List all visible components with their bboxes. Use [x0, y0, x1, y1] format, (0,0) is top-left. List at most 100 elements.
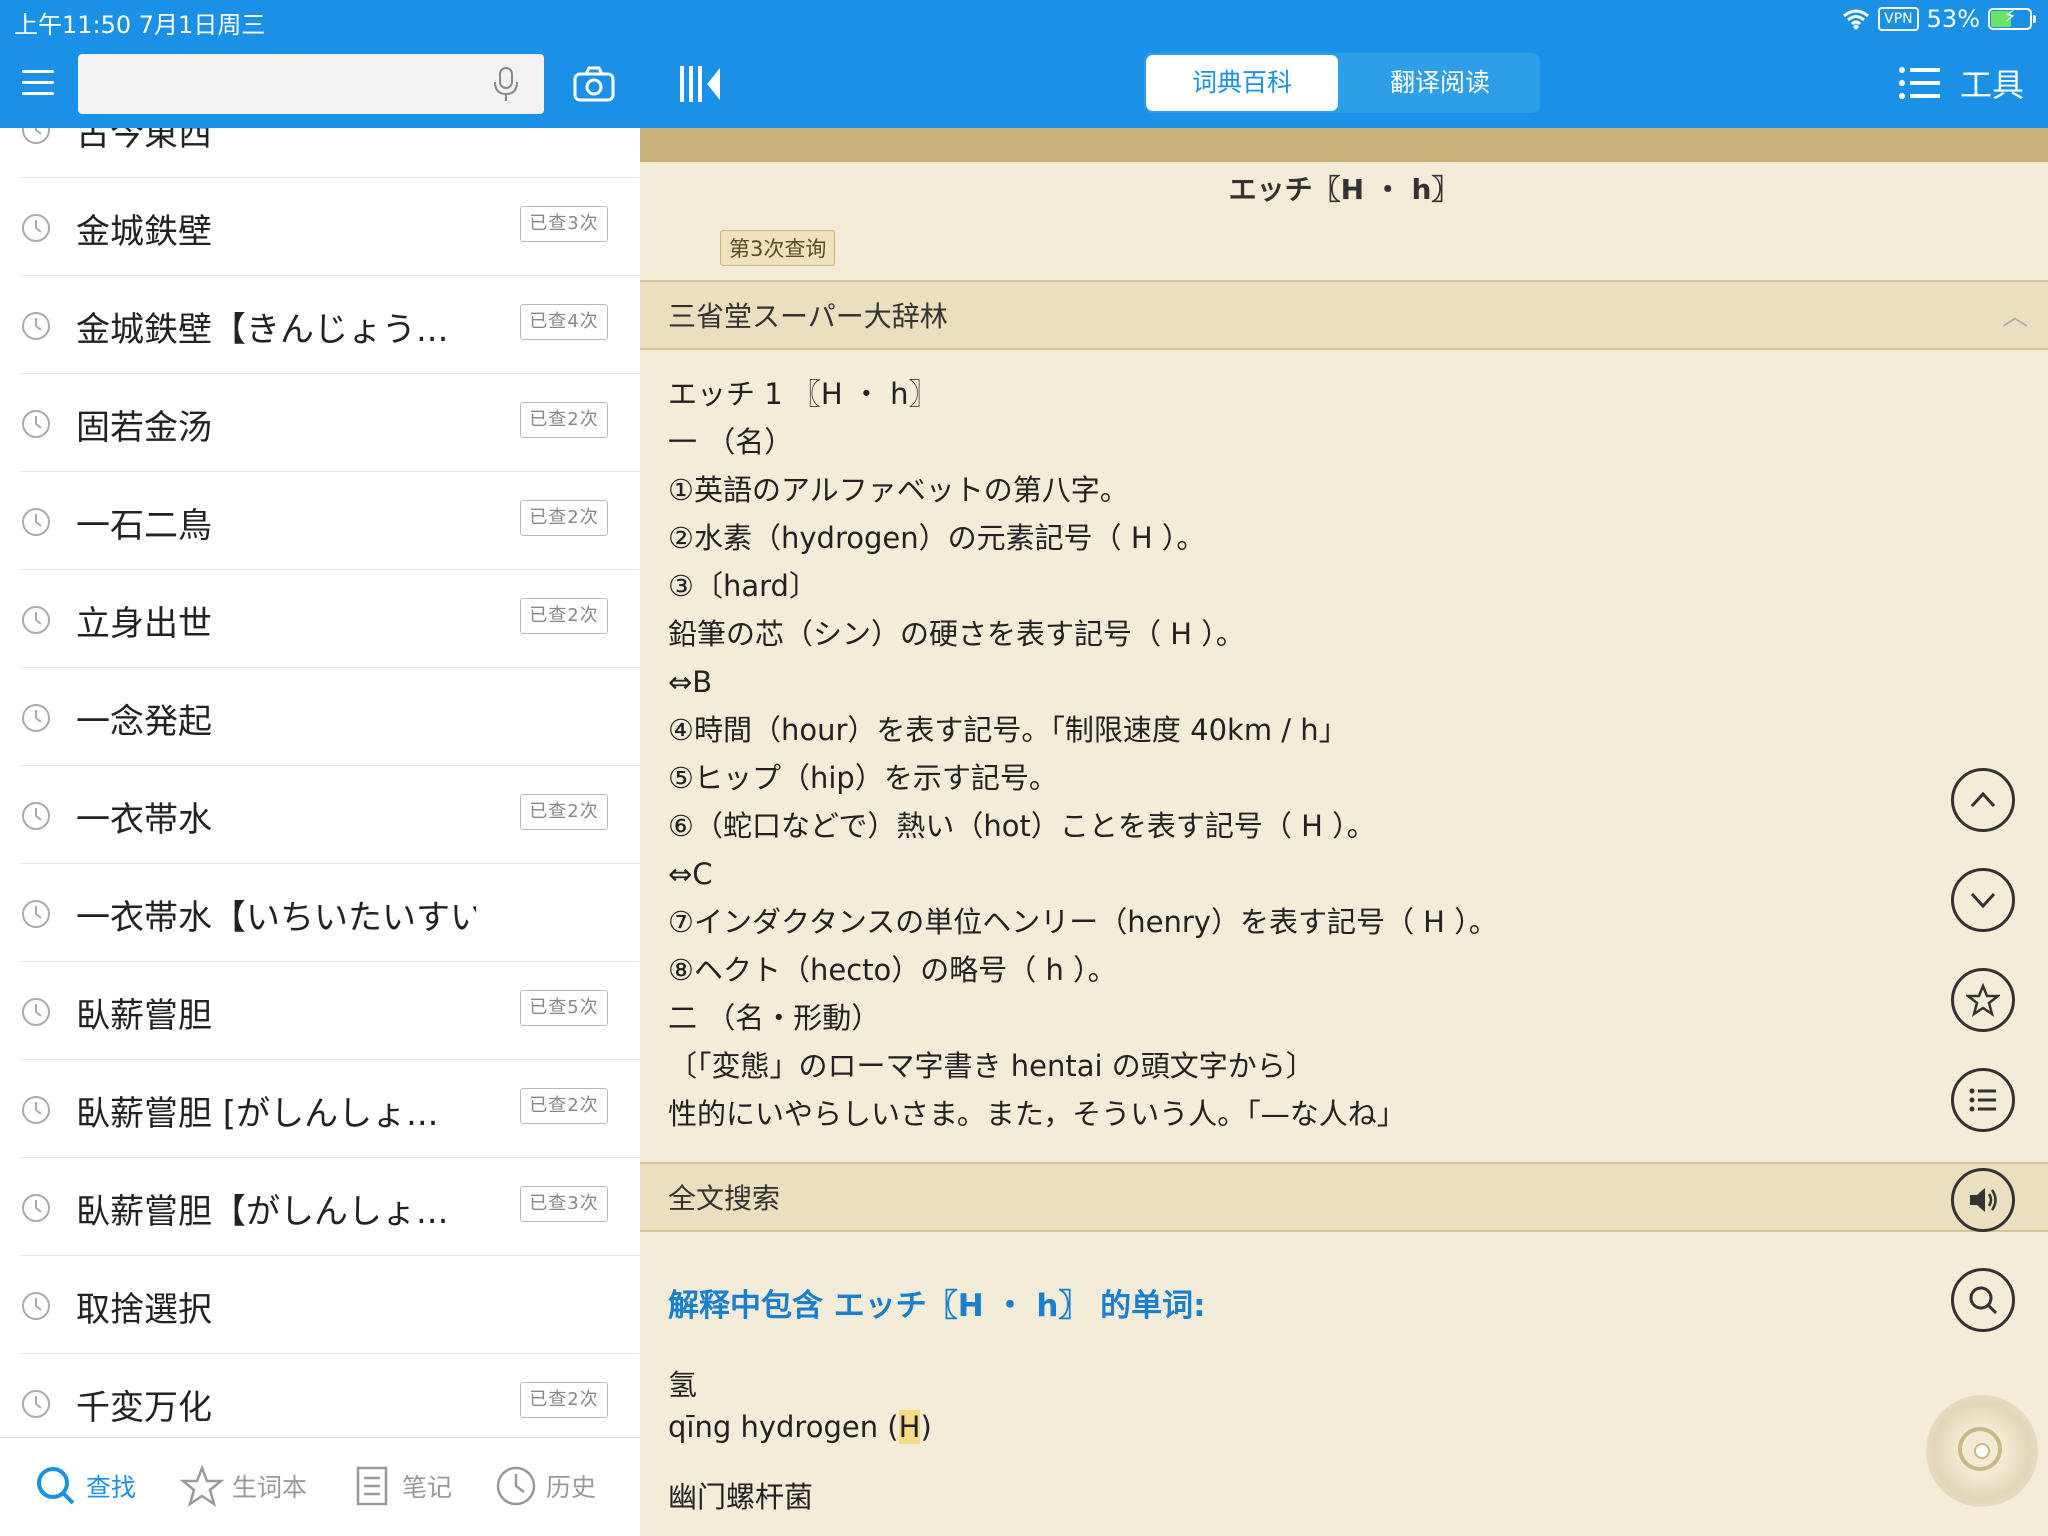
chevron-down-icon: [1970, 892, 1996, 909]
tab-dictionary[interactable]: 词典百科: [1146, 55, 1338, 111]
definition-line: 一 （名）: [668, 425, 794, 459]
search-input[interactable]: [78, 54, 544, 114]
definition-line: ⑤ヒップ（hip）を示す記号。: [668, 761, 1058, 795]
definition-line: 性的にいやらしいさま。また，そういう人。「—な人ね」: [668, 1097, 1406, 1131]
speaker-icon: [1970, 1188, 1997, 1212]
history-item[interactable]: 一衣帯水【いちいたいすい】: [20, 864, 640, 962]
history-term: 一衣帯水: [76, 800, 212, 840]
battery-percent: 53%: [1926, 5, 1980, 33]
camera-icon[interactable]: [572, 62, 616, 106]
tab-history-label: 历史: [546, 1473, 597, 1502]
definition-line: ⑧ヘクト（hecto）の略号（ h ）。: [668, 953, 1117, 987]
definition-line: ⇔B: [668, 665, 713, 699]
history-term: 金城鉄壁【きんじょう...: [76, 310, 449, 350]
tools-label: 工具: [1959, 66, 2024, 104]
clock-icon: [22, 1194, 50, 1222]
tab-vocabulary[interactable]: 生词本: [180, 1460, 307, 1512]
library-icon[interactable]: [676, 62, 724, 106]
history-term: 一石二鳥: [76, 506, 212, 546]
history-item[interactable]: 立身出世 已查2次: [20, 570, 640, 668]
tab-search-label: 查找: [86, 1473, 137, 1502]
clock-icon: [496, 1466, 536, 1506]
history-item[interactable]: 一石二鳥 已查2次: [20, 472, 640, 570]
history-term: 古今東西: [76, 128, 212, 154]
definition-line: エッチ 1 〖H ・ h〗: [668, 377, 938, 411]
history-item[interactable]: 一衣帯水 已查2次: [20, 766, 640, 864]
star-icon: [1966, 983, 2000, 1017]
search-icon: [37, 1467, 75, 1505]
pronounce-button[interactable]: [1951, 1168, 2015, 1232]
history-term: 一衣帯水【いちいたいすい】: [76, 898, 476, 938]
lookup-count-badge: 已查3次: [520, 1186, 608, 1222]
clock-icon: [22, 998, 50, 1026]
tab-search[interactable]: 查找: [34, 1460, 136, 1512]
dictionary-name: 三省堂スーパー大辞林: [668, 300, 948, 333]
lookup-count-badge: 已查5次: [520, 990, 608, 1026]
entry-panel: エッチ〖H ・ h〗 第3次查询 三省堂スーパー大辞林 ︿ エッチ 1 〖H ・…: [640, 128, 2048, 1536]
wifi-icon: [1843, 9, 1870, 30]
outline-button[interactable]: [1951, 1068, 2015, 1132]
history-term: 千変万化: [76, 1388, 212, 1428]
dictionary-section-header[interactable]: 三省堂スーパー大辞林 ︿: [640, 280, 2048, 350]
list-icon: [1969, 1088, 1996, 1112]
definition-line: ⑥（蛇口などで）熱い（hot）ことを表す記号（ H ）。: [668, 809, 1376, 843]
entry-title: エッチ〖H ・ h〗: [1228, 173, 1460, 206]
history-item[interactable]: 臥薪嘗胆 [がしんしょ... 已查2次: [20, 1060, 640, 1158]
mode-segmented-control: 词典百科 翻译阅读: [1144, 53, 1540, 113]
scroll-up-button[interactable]: [1951, 768, 2015, 832]
clock-icon: [22, 508, 50, 536]
result-word[interactable]: 氢: [668, 1362, 697, 1404]
entry-header-band: [640, 128, 2048, 162]
chevron-up-icon[interactable]: ︿: [2002, 282, 2028, 352]
result-word[interactable]: 幽门螺杆菌: [668, 1474, 813, 1516]
lookup-count-badge: 已查2次: [520, 598, 608, 634]
history-list: 古今東西 金城鉄壁 已查3次 金城鉄壁【きんじょう... 已查4次 固若金汤 已查2次 一石二…: [0, 128, 640, 1452]
clock-icon: [22, 214, 50, 242]
tools-button[interactable]: 工具: [1898, 60, 2024, 106]
clock-icon: [22, 606, 50, 634]
history-term: 金城鉄壁: [76, 212, 212, 252]
definition-line: 鉛筆の芯（シン）の硬さを表す記号（ H ）。: [668, 617, 1245, 651]
lookup-count-badge: 已查4次: [520, 304, 608, 340]
fulltext-label: 全文搜索: [668, 1182, 781, 1215]
lookup-count-badge: 已查2次: [520, 794, 608, 830]
clock-icon: [22, 704, 50, 732]
microphone-icon[interactable]: [486, 64, 526, 104]
assistive-touch-button[interactable]: [1926, 1395, 2038, 1507]
history-item[interactable]: 古今東西: [20, 128, 640, 178]
chevron-up-icon: [1970, 791, 1996, 808]
tab-notes-label: 笔记: [402, 1473, 453, 1502]
clock-icon: [22, 1390, 50, 1418]
history-item[interactable]: 臥薪嘗胆【がしんしょ... 已查3次: [20, 1158, 640, 1256]
fulltext-results-heading: 解释中包含 エッチ〖H ・ h〗 的单词:: [668, 1288, 1206, 1324]
highlight: H: [898, 1410, 921, 1444]
history-item[interactable]: 金城鉄壁【きんじょう... 已查4次: [20, 276, 640, 374]
favorite-button[interactable]: [1951, 968, 2015, 1032]
definition-line: ①英語のアルファベットの第八字。: [668, 473, 1129, 507]
history-item[interactable]: 臥薪嘗胆 已查5次: [20, 962, 640, 1060]
list-icon: [1898, 67, 1940, 99]
history-item[interactable]: 取捨選択: [20, 1256, 640, 1354]
clock-icon: [22, 802, 50, 830]
clock-icon: [22, 312, 50, 340]
history-item[interactable]: 金城鉄壁 已查3次: [20, 178, 640, 276]
tab-vocabulary-label: 生词本: [232, 1473, 308, 1502]
tab-history[interactable]: 历史: [494, 1460, 596, 1512]
scroll-down-button[interactable]: [1951, 868, 2015, 932]
lookup-count-badge: 已查2次: [520, 402, 608, 438]
fulltext-section-header[interactable]: 全文搜索: [640, 1162, 2048, 1232]
history-item[interactable]: 固若金汤 已查2次: [20, 374, 640, 472]
definition-line: 二 （名・形動）: [668, 1001, 881, 1035]
query-count-badge: 第3次查询: [720, 230, 836, 266]
tab-translate-read[interactable]: 翻译阅读: [1344, 55, 1536, 111]
search-icon: [1969, 1286, 1998, 1315]
definition-line: ③〔hard〕: [668, 569, 818, 603]
history-term: 臥薪嘗胆: [76, 996, 212, 1036]
search-in-page-button[interactable]: [1951, 1268, 2015, 1332]
clock-icon: [22, 128, 50, 144]
menu-icon[interactable]: [22, 70, 54, 103]
lookup-count-badge: 已查2次: [520, 1382, 608, 1418]
history-item[interactable]: 一念発起: [20, 668, 640, 766]
history-term: 固若金汤: [76, 408, 212, 448]
tab-notes[interactable]: 笔记: [350, 1460, 452, 1512]
